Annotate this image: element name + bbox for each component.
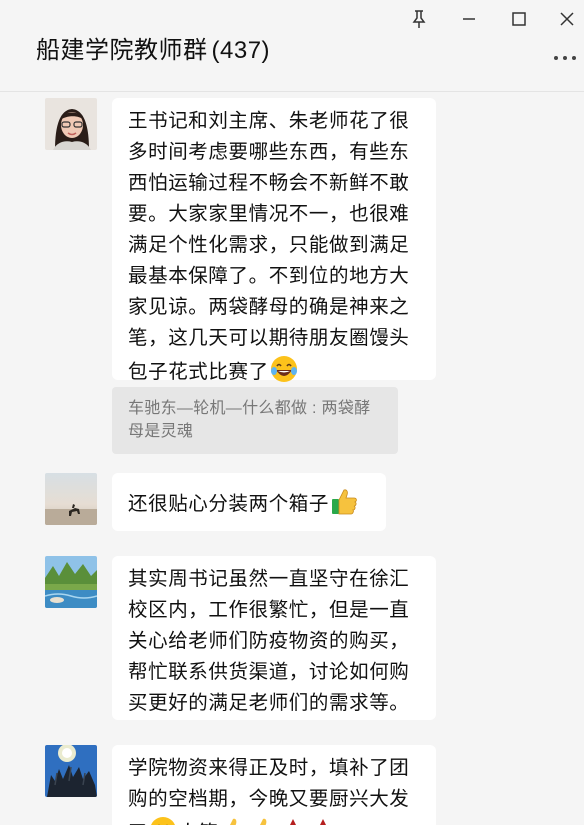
message-text: 王书记和刘主席、朱老师花了很多时间考虑要哪些东西，有些东西怕运输过程不畅会不新鲜… [128,110,410,383]
message-bubble[interactable]: 学院物资来得正及时，填补了团购的空档期，今晚又要厨兴大发了人等 [112,745,436,825]
more-options-icon[interactable] [552,50,578,66]
pin-icon[interactable] [406,6,432,32]
title-bar: 船建学院教师群 (437) [0,0,584,92]
thumbs-up-emoji [218,815,248,825]
thumbs-up-emoji [248,815,278,825]
smiling-emoji [148,815,178,825]
beach-horse-avatar[interactable] [45,473,97,525]
minimize-icon[interactable] [456,6,482,32]
landscape-avatar[interactable] [45,556,97,608]
quoted-message[interactable]: 车驰东—轮机—什么都做 : 两袋酵母是灵魂 [112,387,398,454]
red-envelope-emoji [308,815,338,825]
sun-tree-avatar[interactable] [45,745,97,797]
chat-title: 船建学院教师群 (437) [36,30,270,65]
message-text: 其实周书记虽然一直坚守在徐汇校区内，工作很繁忙，但是一直关心给老师们防疫物资的购… [128,568,410,714]
close-icon[interactable] [554,6,580,32]
red-envelope-emoji [278,815,308,825]
tears-of-joy-emoji [269,354,299,384]
group-name: 船建学院教师群 [36,37,208,64]
member-count: (437) [211,37,271,64]
message-bubble[interactable]: 王书记和刘主席、朱老师花了很多时间考虑要哪些东西，有些东西怕运输过程不畅会不新鲜… [112,98,436,383]
maximize-icon[interactable] [506,6,532,32]
chat-area[interactable]: 王书记和刘主席、朱老师花了很多时间考虑要哪些东西，有些东西怕运输过程不畅会不新鲜… [0,93,584,825]
woman-with-glasses-avatar[interactable] [45,98,97,150]
thumbs-up-emoji [329,486,359,516]
message-bubble[interactable]: 还很贴心分装两个箱子 [112,473,386,531]
message-text: 还很贴心分装两个箱子 [128,493,330,515]
message-bubble[interactable]: 其实周书记虽然一直坚守在徐汇校区内，工作很繁忙，但是一直关心给老师们防疫物资的购… [112,556,436,720]
